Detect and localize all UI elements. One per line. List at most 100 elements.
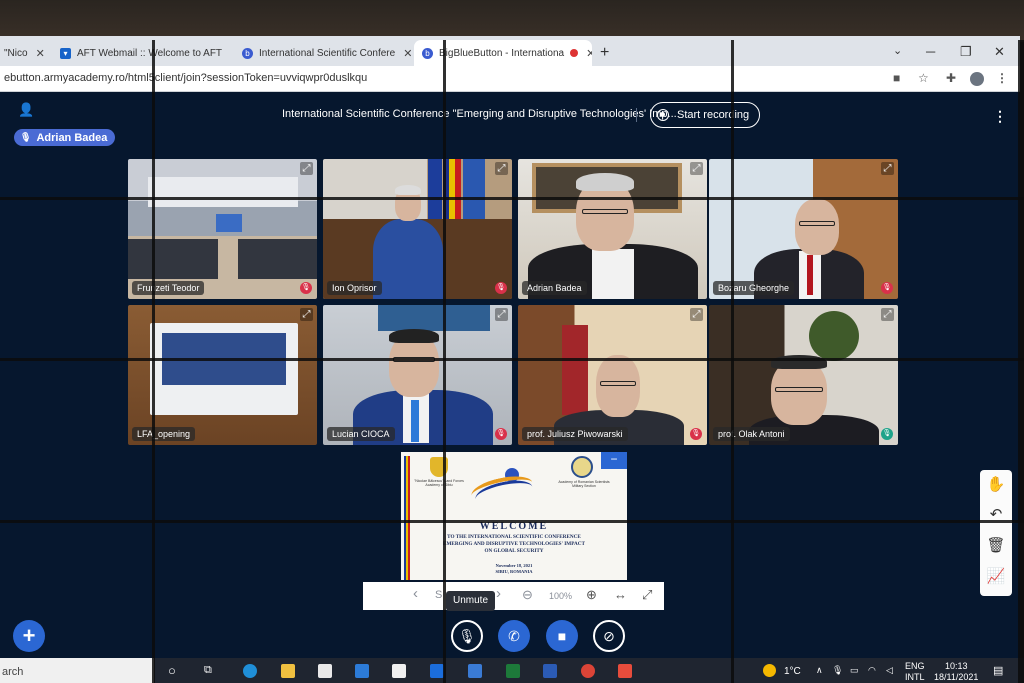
volume-icon[interactable]: ◁ bbox=[886, 665, 893, 676]
mail-app-icon[interactable] bbox=[355, 664, 369, 678]
display-bezel bbox=[0, 358, 1024, 361]
expand-icon[interactable]: ⤢ bbox=[881, 162, 894, 175]
screen-share-off-icon: ⊘ bbox=[603, 627, 615, 644]
conference-logo-icon bbox=[469, 468, 535, 510]
video-tile[interactable]: ⤢ LFA_opening bbox=[128, 305, 317, 445]
maximize-button[interactable]: ❐ bbox=[960, 44, 972, 60]
edge-icon[interactable] bbox=[243, 664, 257, 678]
minimize-button[interactable]: ─ bbox=[926, 44, 935, 59]
previous-slide-button[interactable]: ‹ bbox=[413, 585, 418, 602]
clock-time[interactable]: 10:13 bbox=[945, 661, 968, 671]
microphone-icon: 🎙 bbox=[20, 132, 32, 142]
participant-name: Frunzeti Teodor bbox=[132, 281, 205, 295]
taskbar-search-box[interactable]: arch bbox=[0, 658, 154, 683]
video-tile[interactable]: ⤢ prof. Olak Antoni 🎙 bbox=[709, 305, 898, 445]
multi-user-whiteboard-icon[interactable]: 📈 bbox=[980, 567, 1012, 585]
display-bezel bbox=[731, 40, 734, 683]
video-tile[interactable]: ⤢ Lucian CIOCA 🎙 bbox=[323, 305, 512, 445]
task-view-icon[interactable]: ⧉ bbox=[204, 664, 212, 677]
tab-search-icon[interactable]: ⌄ bbox=[893, 44, 902, 57]
user-list-icon[interactable]: 👤 bbox=[18, 102, 34, 117]
video-tile[interactable]: ⤢ Ion Oprisor 🎙 bbox=[323, 159, 512, 299]
start-recording-button[interactable]: Start recording bbox=[650, 102, 761, 128]
file-explorer-icon[interactable] bbox=[281, 664, 295, 678]
audience-seats bbox=[128, 239, 218, 279]
video-tile[interactable]: ⤢ prof. Juliusz Piwowarski 🎙 bbox=[518, 305, 707, 445]
browser-menu-icon[interactable]: ⋮ bbox=[996, 71, 1008, 85]
wifi-icon[interactable]: ◠ bbox=[868, 665, 876, 676]
weather-temp[interactable]: 1°C bbox=[784, 666, 801, 677]
zoom-in-button[interactable]: ⊕ bbox=[586, 587, 597, 603]
tab-nico[interactable]: "Nico ✕ bbox=[0, 40, 48, 66]
tray-device-icon[interactable]: ▭ bbox=[850, 665, 859, 676]
video-tile[interactable]: ⤢ Bozaru Gheorghe 🎙 bbox=[709, 159, 898, 299]
close-window-button[interactable]: ✕ bbox=[994, 44, 1005, 60]
options-menu-icon[interactable]: ⋮ bbox=[993, 108, 1007, 125]
hand-tool-icon[interactable]: ✋ bbox=[980, 475, 1012, 493]
person-suit bbox=[373, 219, 443, 299]
person-hair bbox=[389, 329, 439, 343]
tab-label: BigBlueButton - Internationa bbox=[439, 47, 565, 59]
store-icon[interactable] bbox=[318, 664, 332, 678]
chrome-icon[interactable] bbox=[581, 664, 595, 678]
profile-avatar-icon[interactable] bbox=[970, 72, 984, 86]
close-icon[interactable]: ✕ bbox=[28, 47, 45, 60]
app-icon[interactable] bbox=[468, 664, 482, 678]
tab-label: International Scientific Confere bbox=[259, 47, 396, 59]
tray-chevron-icon[interactable]: ∧ bbox=[816, 665, 823, 676]
zoom-out-button[interactable]: ⊖ bbox=[522, 587, 533, 603]
expand-icon[interactable]: ⤢ bbox=[300, 308, 313, 321]
close-icon[interactable]: ✕ bbox=[578, 47, 592, 60]
tab-bigbluebutton[interactable]: b BigBlueButton - Internationa ✕ bbox=[414, 40, 592, 66]
fit-to-width-button[interactable]: ↔ bbox=[614, 587, 627, 602]
share-screen-button[interactable]: ⊘ bbox=[593, 620, 625, 652]
expand-icon[interactable]: ⤢ bbox=[495, 308, 508, 321]
tab-conference[interactable]: b International Scientific Confere ✕ bbox=[234, 40, 412, 66]
leave-audio-button[interactable]: ✆ bbox=[498, 620, 530, 652]
expand-icon[interactable]: ⤢ bbox=[690, 162, 703, 175]
glasses bbox=[775, 387, 823, 392]
expand-icon[interactable]: ⤢ bbox=[300, 162, 313, 175]
word-icon[interactable] bbox=[543, 664, 557, 678]
trash-icon[interactable]: 🗑 bbox=[980, 536, 1012, 554]
tab-label: AFT Webmail :: Welcome to AFT bbox=[77, 47, 222, 59]
expand-icon[interactable]: ⤢ bbox=[690, 308, 703, 321]
share-webcam-button[interactable]: ■ bbox=[546, 620, 578, 652]
curtain bbox=[562, 325, 588, 415]
extensions-icon[interactable]: ✚ bbox=[946, 71, 956, 85]
muted-mic-icon: 🎙 bbox=[690, 428, 702, 440]
person-head bbox=[795, 199, 839, 255]
dropbox-icon[interactable] bbox=[430, 664, 444, 678]
presenter-badge[interactable]: 🎙 Adrian Badea bbox=[14, 129, 116, 146]
clock-date[interactable]: 18/11/2021 bbox=[934, 672, 978, 682]
language-bottom[interactable]: INTL bbox=[905, 672, 925, 682]
plant bbox=[809, 311, 859, 361]
camera-icon[interactable]: ■ bbox=[893, 71, 900, 85]
pdf-reader-icon[interactable] bbox=[618, 664, 632, 678]
notifications-icon[interactable]: ▤ bbox=[993, 664, 1003, 677]
expand-icon[interactable]: ⤢ bbox=[881, 308, 894, 321]
weather-icon[interactable] bbox=[763, 664, 776, 677]
excel-icon[interactable] bbox=[506, 664, 520, 678]
cortana-icon[interactable]: ○ bbox=[168, 663, 176, 678]
participant-name: prof. Juliusz Piwowarski bbox=[522, 427, 628, 441]
actions-plus-button[interactable]: + bbox=[13, 620, 45, 652]
fullscreen-button[interactable]: ⤢ bbox=[642, 587, 652, 603]
video-tile[interactable]: ⤢ Adrian Badea bbox=[518, 159, 707, 299]
tray-mic-icon[interactable]: 🎙 bbox=[832, 665, 843, 676]
minimize-presentation-button[interactable]: − bbox=[601, 452, 627, 469]
close-icon[interactable]: ✕ bbox=[395, 47, 412, 60]
bookmark-star-icon[interactable]: ☆ bbox=[918, 71, 929, 85]
expand-icon[interactable]: ⤢ bbox=[495, 162, 508, 175]
plus-icon: + bbox=[22, 623, 36, 648]
amazon-icon[interactable] bbox=[392, 664, 406, 678]
new-tab-button[interactable]: + bbox=[600, 44, 609, 62]
unmute-button[interactable]: 🎙 bbox=[451, 620, 483, 652]
language-top[interactable]: ENG bbox=[905, 661, 925, 671]
presentation-slide[interactable]: "Nicolae Bălcescu" Land Forces Academy o… bbox=[401, 452, 627, 580]
video-tile[interactable]: ⤢ Frunzeti Teodor 🎙 bbox=[128, 159, 317, 299]
slide-selector[interactable]: S bbox=[435, 589, 442, 601]
url-text[interactable]: ebutton.armyacademy.ro/html5client/join?… bbox=[4, 72, 367, 84]
tab-aft-webmail[interactable]: ▾ AFT Webmail :: Welcome to AFT ✕ bbox=[52, 40, 222, 66]
next-slide-button[interactable]: › bbox=[496, 585, 501, 602]
